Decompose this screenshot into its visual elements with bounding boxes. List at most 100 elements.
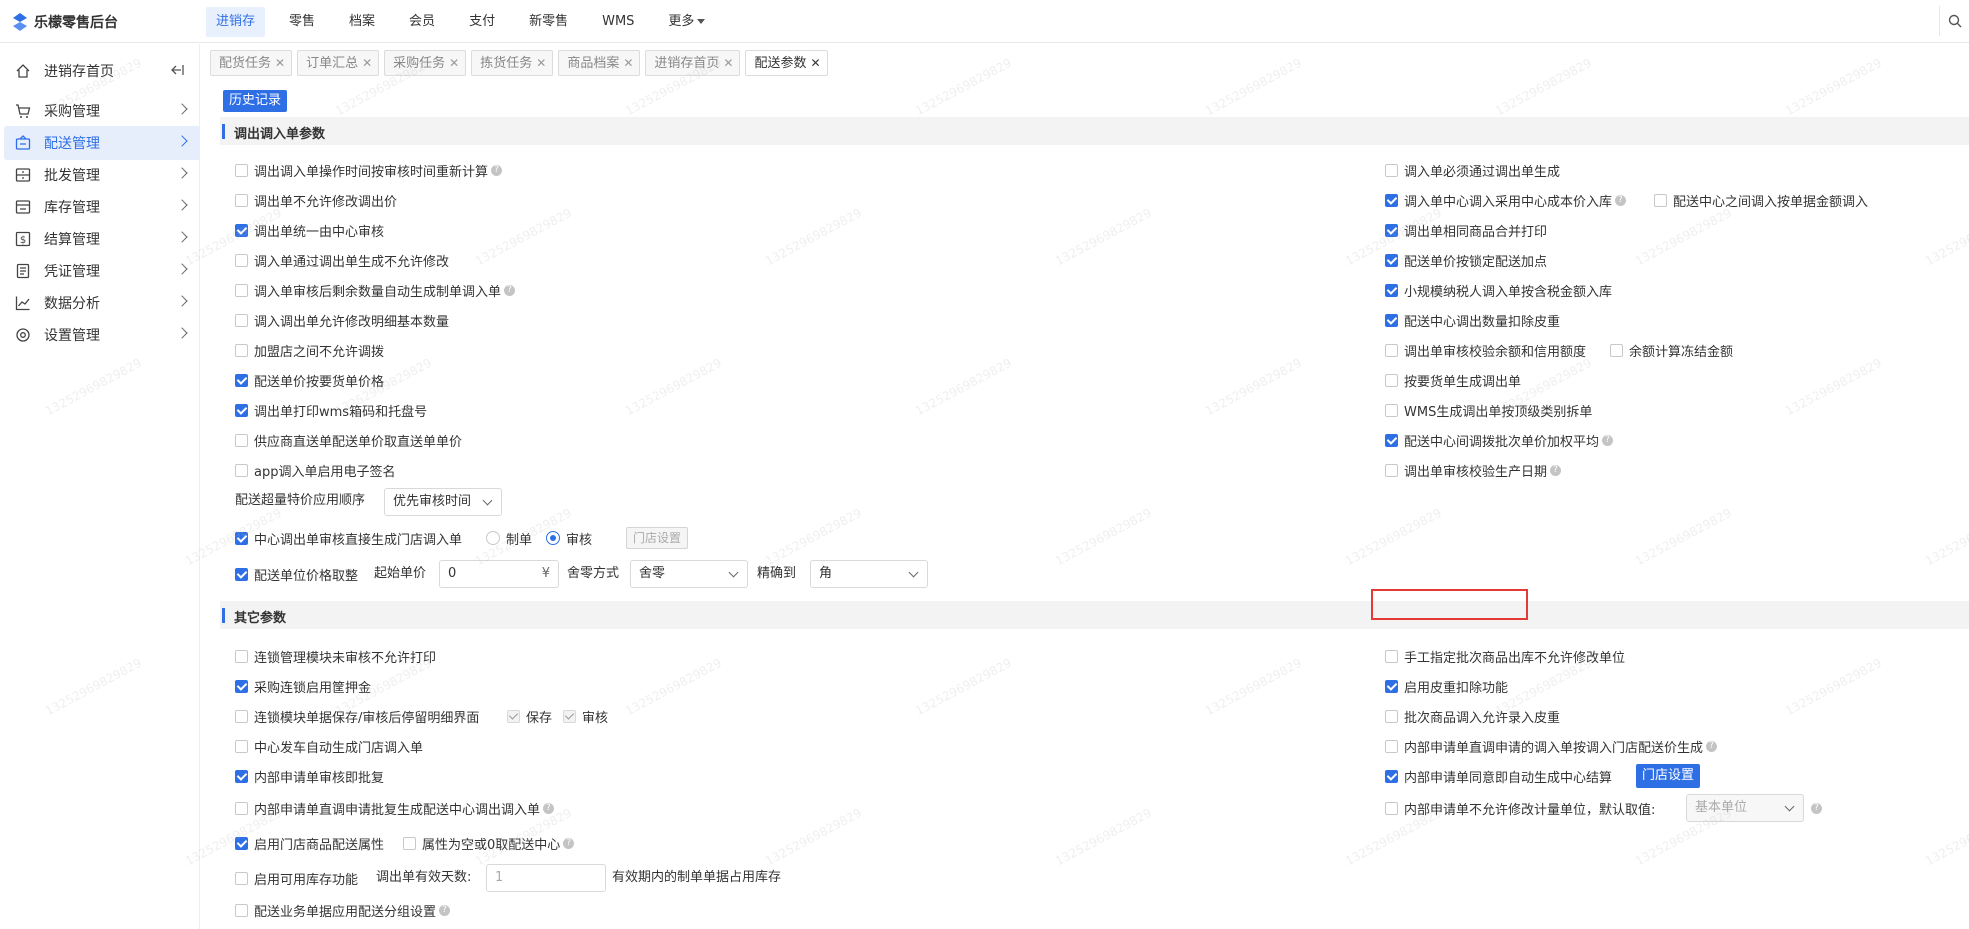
topnav-inventory[interactable]: 进销存 — [206, 7, 266, 37]
checkbox[interactable] — [1385, 649, 1398, 663]
checkbox[interactable] — [1385, 193, 1398, 207]
checkbox[interactable] — [1385, 313, 1398, 327]
opt-empty-attr-dc[interactable]: 属性为空或0取配送中心? — [403, 833, 575, 853]
checkbox[interactable] — [1385, 223, 1398, 237]
opt-no-franchise-transfer[interactable]: 加盟店之间不允许调拨 — [235, 340, 384, 360]
opt-basket-deposit[interactable]: 采购连锁启用筐押金 — [235, 676, 371, 696]
checkbox[interactable] — [1385, 343, 1398, 357]
close-icon[interactable]: ✕ — [810, 56, 820, 70]
checkbox[interactable] — [235, 163, 248, 177]
search-button[interactable] — [1939, 6, 1969, 36]
checkbox[interactable] — [235, 223, 248, 237]
topnav-archive[interactable]: 档案 — [339, 7, 385, 37]
opt-small-taxpayer[interactable]: 小规模纳税人调入单按含税金额入库 — [1385, 280, 1612, 300]
opt-center-audit[interactable]: 调出单统一由中心审核 — [235, 220, 384, 240]
opt-app-e-sign[interactable]: app调入单启用电子签名 — [235, 460, 395, 480]
checkbox[interactable] — [1385, 801, 1398, 815]
sidebar-item-voucher[interactable]: 凭证管理 — [4, 254, 200, 288]
opt-price-round[interactable]: 配送单位价格取整 — [235, 564, 358, 584]
valid-days-input[interactable]: 1 — [486, 864, 606, 892]
checkbox[interactable] — [1385, 679, 1398, 693]
checkbox[interactable] — [235, 531, 248, 545]
checkbox[interactable] — [1385, 463, 1398, 477]
opt-store-dist-attr[interactable]: 启用门店商品配送属性 — [235, 833, 384, 853]
checkbox[interactable] — [1385, 373, 1398, 387]
help-icon[interactable]: ? — [1615, 194, 1627, 206]
opt-enable-tare[interactable]: 启用皮重扣除功能 — [1385, 676, 1508, 696]
help-icon[interactable]: ? — [1550, 464, 1562, 476]
opt-wms-split[interactable]: WMS生成调出单按顶级类别拆单 — [1385, 400, 1592, 420]
checkbox[interactable] — [235, 283, 248, 297]
help-icon[interactable]: ? — [439, 904, 451, 916]
app-logo[interactable]: 乐檬零售后台 — [12, 11, 118, 33]
collapse-sidebar-icon[interactable] — [170, 64, 184, 80]
opt-edit-base-qty[interactable]: 调入调出单允许修改明细基本数量 — [235, 310, 449, 330]
checkbox[interactable] — [235, 679, 248, 693]
sidebar-item-settings[interactable]: 设置管理 — [4, 318, 200, 352]
tab-sorting-task[interactable]: 拣货任务 ✕ — [471, 50, 554, 76]
checkbox[interactable] — [235, 403, 248, 417]
checkbox[interactable] — [235, 193, 248, 207]
checkbox[interactable] — [1385, 163, 1398, 177]
overprice-select[interactable]: 优先审核时间 — [384, 488, 502, 516]
sidebar-item-wholesale[interactable]: 批发管理 — [4, 158, 200, 192]
opt-dc-by-amount[interactable]: 配送中心之间调入按单据金额调入 — [1654, 190, 1868, 210]
checkbox[interactable] — [1385, 769, 1398, 783]
sidebar-item-inventory[interactable]: 库存管理 — [4, 190, 200, 224]
help-icon[interactable]: ? — [563, 837, 575, 849]
help-icon[interactable]: ? — [543, 802, 555, 814]
opt-no-edit-price[interactable]: 调出单不允许修改调出价 — [235, 190, 397, 210]
checkbox[interactable] — [403, 836, 416, 850]
opt-no-edit-generated[interactable]: 调入单通过调出单生成不允许修改 — [235, 250, 449, 270]
checkbox[interactable] — [235, 769, 248, 783]
opt-auto-store-in[interactable]: 中心发车自动生成门店调入单 — [235, 736, 423, 756]
history-button[interactable]: 历史记录 — [223, 90, 288, 112]
opt-auto-center-settle[interactable]: 内部申请单同意即自动生成中心结算 — [1385, 766, 1612, 786]
checkbox[interactable] — [235, 433, 248, 447]
topnav-member[interactable]: 会员 — [399, 7, 445, 37]
opt-available-stock[interactable]: 启用可用库存功能 — [235, 868, 358, 888]
checkbox[interactable] — [235, 567, 248, 581]
checkbox[interactable] — [235, 253, 248, 267]
opt-direct-store-price[interactable]: 内部申请单直调申请的调入单按调入门店配送价生成? — [1385, 736, 1718, 756]
opt-must-from-out[interactable]: 调入单必须通过调出单生成 — [1385, 160, 1560, 180]
checkbox[interactable] — [235, 343, 248, 357]
opt-manual-batch-unit[interactable]: 手工指定批次商品出库不允许修改单位 — [1385, 646, 1625, 666]
topnav-retail[interactable]: 零售 — [279, 7, 325, 37]
close-icon[interactable]: ✕ — [449, 56, 459, 70]
checkbox[interactable] — [1385, 709, 1398, 723]
checkbox[interactable] — [1385, 283, 1398, 297]
checkbox[interactable] — [1610, 343, 1623, 357]
close-icon[interactable]: ✕ — [362, 56, 372, 70]
opt-lock-markup[interactable]: 配送单价按锁定配送加点 — [1385, 250, 1547, 270]
opt-no-edit-unit[interactable]: 内部申请单不允许修改计量单位，默认取值: — [1385, 798, 1655, 818]
opt-direct-approve-gen[interactable]: 内部申请单直调申请批复生成配送中心调出调入单? — [235, 798, 555, 818]
help-icon[interactable]: ? — [491, 164, 503, 176]
opt-auto-remaining[interactable]: 调入单审核后剩余数量自动生成制单调入单? — [235, 280, 516, 300]
store-settings-button[interactable]: 门店设置 — [1636, 764, 1701, 788]
opt-stay-save[interactable]: 保存 — [507, 706, 552, 726]
help-icon[interactable]: ? — [1706, 740, 1718, 752]
start-price-input[interactable]: 0 ¥ — [439, 560, 559, 588]
checkbox[interactable] — [235, 739, 248, 753]
radio-audit[interactable]: 审核 — [546, 528, 592, 548]
opt-merge-print[interactable]: 调出单相同商品合并打印 — [1385, 220, 1547, 240]
opt-dist-group[interactable]: 配送业务单据应用配送分组设置? — [235, 900, 451, 920]
opt-price-by-order[interactable]: 配送单价按要货单价格 — [235, 370, 384, 390]
opt-approve-on-audit[interactable]: 内部申请单审核即批复 — [235, 766, 384, 786]
opt-direct-price[interactable]: 供应商直送单配送单价取直送单单价 — [235, 430, 462, 450]
radio-make[interactable]: 制单 — [486, 528, 532, 548]
opt-check-credit[interactable]: 调出单审核校验余额和信用额度 — [1385, 340, 1586, 360]
help-icon[interactable]: ? — [504, 284, 516, 296]
opt-recalc-time[interactable]: 调出调入单操作时间按审核时间重新计算? — [235, 160, 503, 180]
checkbox[interactable] — [235, 709, 248, 723]
tab-product-archive[interactable]: 商品档案 ✕ — [558, 50, 641, 76]
sidebar-item-home[interactable]: 进销存首页 — [4, 54, 200, 88]
checkbox[interactable] — [235, 871, 248, 885]
checkbox[interactable] — [235, 903, 248, 917]
checkbox[interactable] — [235, 836, 248, 850]
checkbox[interactable] — [1385, 739, 1398, 753]
opt-check-prod-date[interactable]: 调出单审核校验生产日期? — [1385, 460, 1562, 480]
opt-print-wms-codes[interactable]: 调出单打印wms箱码和托盘号 — [235, 400, 427, 420]
sidebar-item-settlement[interactable]: $ 结算管理 — [4, 222, 200, 256]
